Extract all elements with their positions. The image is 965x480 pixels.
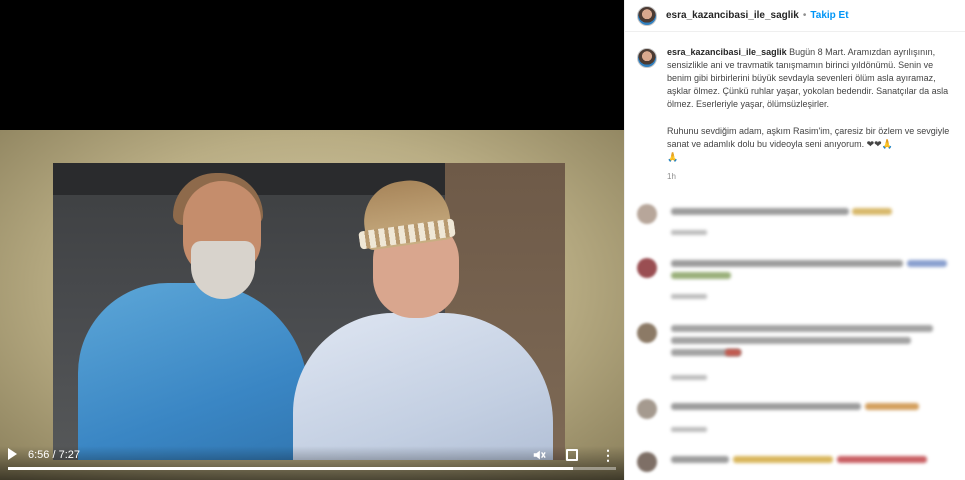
comment-avatar [637,452,657,472]
avatar[interactable] [637,5,657,26]
comment-blurred [637,204,957,244]
video-time: 6:56 / 7:27 [28,449,80,461]
caption-emoji: 🙏 [667,152,679,162]
video-still-photo [53,163,565,460]
video-player[interactable]: 6:56 / 7:27 ⋮ [0,0,624,480]
post-caption: esra_kazancibasi_ile_saglik Bugün 8 Mart… [625,32,965,183]
video-frame [0,130,624,480]
mute-icon[interactable] [532,448,546,462]
video-controls: 6:56 / 7:27 ⋮ [0,446,624,480]
video-progress-bar[interactable] [8,467,616,470]
comment-blurred [637,323,957,380]
fullscreen-icon[interactable] [566,449,578,461]
comment-blurred [637,452,957,480]
comment-avatar [637,204,657,224]
comment-avatar [637,399,657,419]
comment-blurred [637,399,957,439]
header-username[interactable]: esra_kazancibasi_ile_saglik [666,10,799,21]
play-icon[interactable] [8,448,17,460]
caption-username[interactable]: esra_kazancibasi_ile_saglik [667,47,787,57]
caption-avatar[interactable] [637,48,657,68]
post-header: esra_kazancibasi_ile_saglik • Takip Et [625,0,965,32]
more-icon[interactable]: ⋮ [601,448,615,462]
person-left [78,283,308,460]
comment-avatar [637,258,657,278]
comment-avatar [637,323,657,343]
caption-time: 1h [667,172,676,181]
follow-button[interactable]: Takip Et [810,10,848,21]
post-side-panel: esra_kazancibasi_ile_saglik • Takip Et e… [624,0,965,480]
caption-text-second: Ruhunu sevdiğim adam, aşkım Rasim'im, ça… [667,126,950,149]
comment-blurred [637,258,957,299]
separator-dot: • [802,10,807,21]
video-progress-fill [8,467,574,470]
